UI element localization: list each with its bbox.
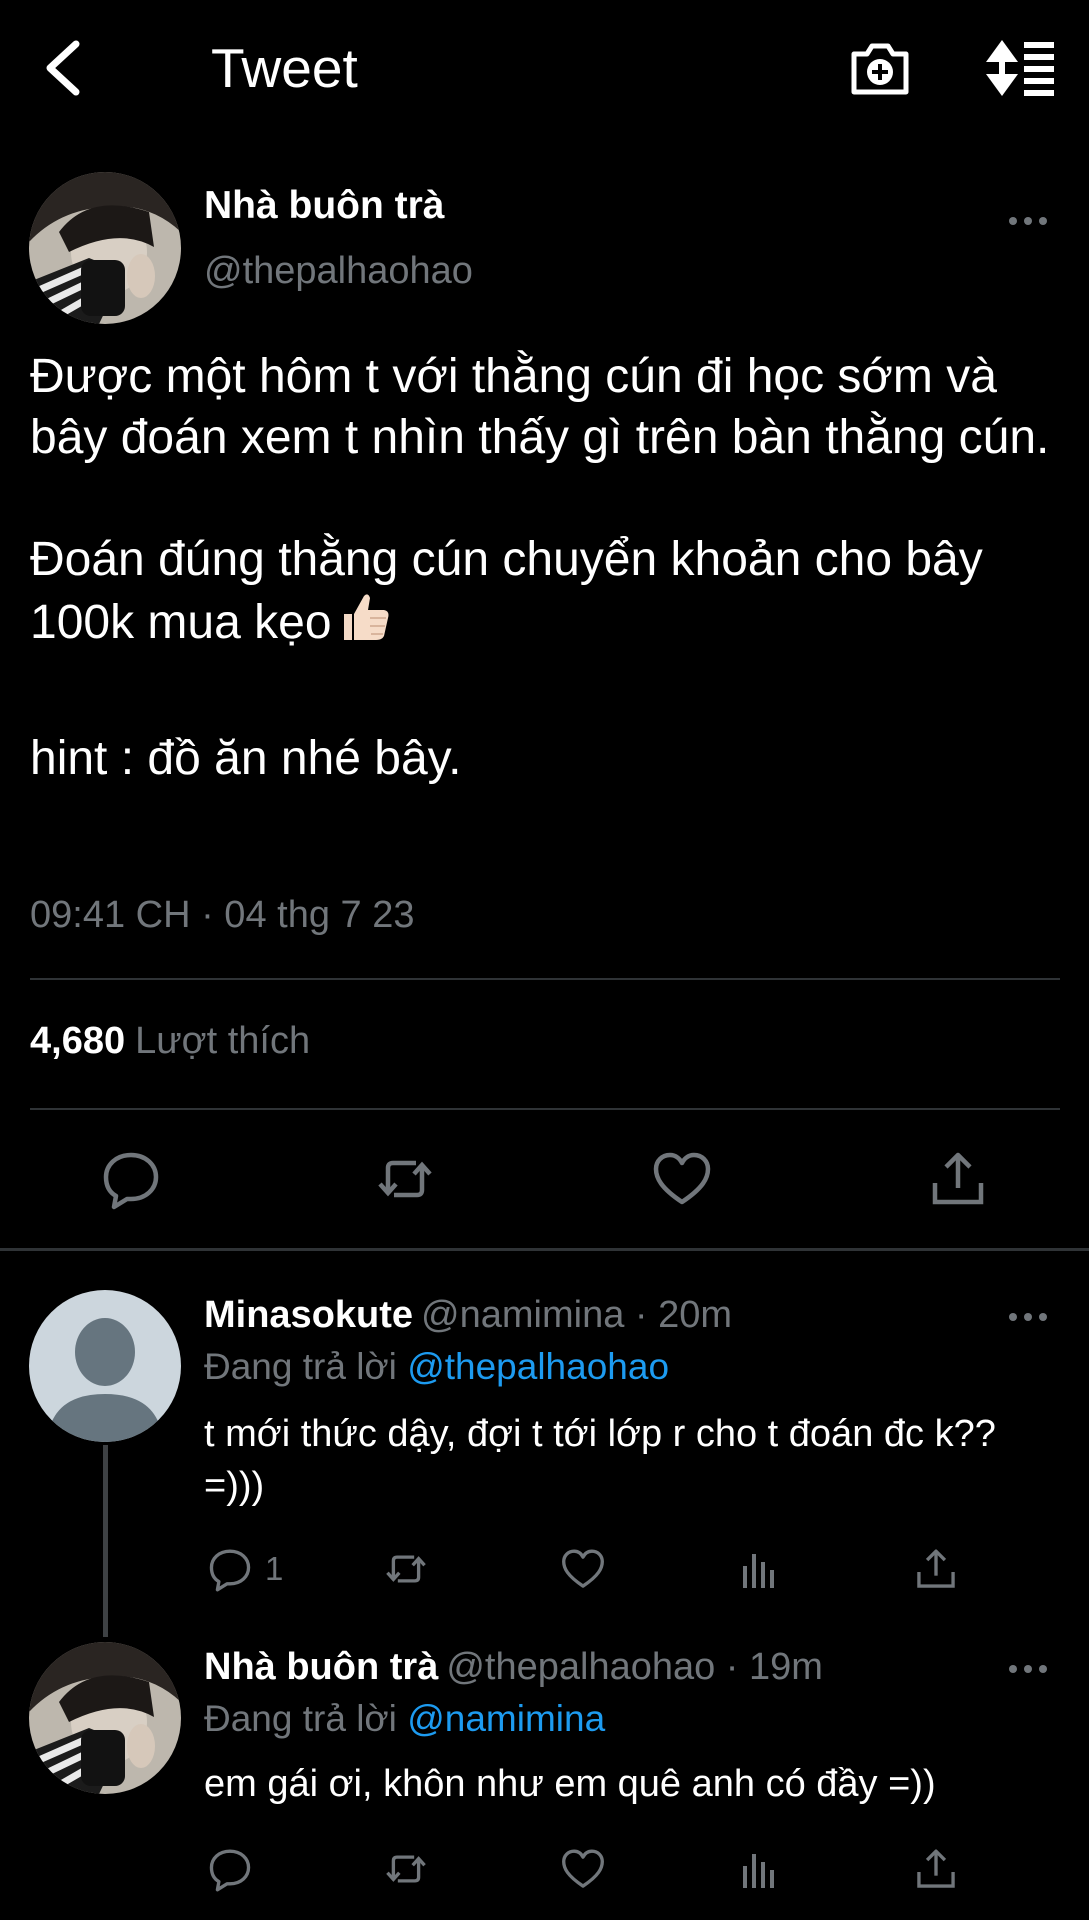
reply-2-handle-time: @thepalhaohao · 19m <box>446 1646 823 1688</box>
likes-summary[interactable]: 4,680 Lượt thích <box>30 1020 310 1063</box>
default-avatar-icon <box>29 1290 181 1442</box>
divider <box>30 978 1060 980</box>
top-bar: Tweet <box>0 0 1089 140</box>
reply-2-header[interactable]: Nhà buôn trà @thepalhaohao · 19m <box>204 1646 823 1689</box>
reply-1-author-name: Minasokute <box>204 1294 414 1336</box>
reply-2-retweet-button[interactable] <box>383 1846 429 1892</box>
analytics-icon <box>743 1554 774 1588</box>
heart-icon <box>562 1549 604 1588</box>
heart-icon <box>653 1152 711 1205</box>
share-icon <box>917 1549 955 1588</box>
retweet-icon <box>386 1855 426 1883</box>
replying-to-label: Đang trả lời <box>204 1346 397 1387</box>
sort-icon <box>986 40 1054 96</box>
likes-count: 4,680 <box>30 1020 126 1062</box>
tweet-body: Được một hôm t với thằng cún đi học sớm … <box>30 346 1070 789</box>
retweet-icon <box>378 1160 432 1198</box>
more-options-button[interactable] <box>1008 214 1048 228</box>
author-avatar[interactable] <box>29 172 181 324</box>
reply-2-more-button[interactable] <box>1008 1662 1048 1676</box>
reply-1-mention-link[interactable]: @thepalhaohao <box>407 1346 669 1387</box>
reply-icon <box>103 1152 159 1210</box>
tweet-detail-screen: Tweet Nhà buôn trà @thepalhaohao Được mộ… <box>0 0 1089 1920</box>
page-title: Tweet <box>211 37 358 99</box>
reply-2-replying-to: Đang trả lời @namimina <box>204 1698 605 1740</box>
thumbs-up-emoji-icon <box>338 590 392 659</box>
reply-1-replying-to: Đang trả lời @thepalhaohao <box>204 1346 669 1388</box>
reply-1-retweet-button[interactable] <box>383 1546 429 1592</box>
reply-1-reply-button[interactable] <box>207 1546 253 1592</box>
share-button[interactable] <box>927 1148 989 1210</box>
likes-label: Lượt thích <box>135 1020 311 1062</box>
divider <box>30 1108 1060 1110</box>
reply-1-views-button[interactable] <box>737 1546 783 1592</box>
reply-2-author-name: Nhà buôn trà <box>204 1646 439 1688</box>
author-handle[interactable]: @thepalhaohao <box>204 250 473 293</box>
reply-2-reply-button[interactable] <box>207 1846 253 1892</box>
reply-2-share-button[interactable] <box>913 1846 959 1892</box>
tweet-paragraph-2-text: Đoán đúng thằng cún chuyển khoản cho bây… <box>30 533 983 649</box>
author-name[interactable]: Nhà buôn trà <box>204 184 445 228</box>
reply-2-avatar[interactable] <box>29 1642 181 1794</box>
section-divider <box>0 1248 1089 1251</box>
retweet-button[interactable] <box>374 1148 436 1210</box>
more-dots-icon <box>1009 1313 1047 1321</box>
replying-to-label: Đang trả lời <box>204 1698 397 1739</box>
camera-button[interactable] <box>848 36 912 100</box>
more-dots-icon <box>1009 217 1047 225</box>
reply-2-views-button[interactable] <box>737 1846 783 1892</box>
heart-icon <box>562 1849 604 1888</box>
reply-1-more-button[interactable] <box>1008 1310 1048 1324</box>
reply-button[interactable] <box>100 1148 162 1210</box>
reply-avatar-default[interactable] <box>29 1290 181 1442</box>
like-button[interactable] <box>651 1148 713 1210</box>
share-icon <box>917 1849 955 1888</box>
tweet-paragraph-3: hint : đồ ăn nhé bây. <box>30 732 462 785</box>
reply-1-reply-count: 1 <box>265 1550 284 1587</box>
sort-button[interactable] <box>982 36 1056 100</box>
tweet-timestamp[interactable]: 09:41 CH · 04 thg 7 23 <box>30 894 414 937</box>
reply-icon <box>209 1849 251 1892</box>
camera-add-icon <box>851 43 909 95</box>
share-icon <box>932 1152 984 1205</box>
chevron-left-icon <box>46 40 80 96</box>
more-dots-icon <box>1009 1665 1047 1673</box>
tweet-paragraph-2: Đoán đúng thằng cún chuyển khoản cho bây… <box>30 529 1070 659</box>
reply-1-share-button[interactable] <box>913 1546 959 1592</box>
reply-2-text: em gái ơi, khôn như em quê anh có đầy =)… <box>204 1763 936 1805</box>
reply-1-text: t mới thức dậy, đợi t tới lớp r cho t đo… <box>204 1413 996 1507</box>
retweet-icon <box>386 1555 426 1583</box>
analytics-icon <box>743 1854 774 1888</box>
tweet-paragraph-1: Được một hôm t với thằng cún đi học sớm … <box>30 350 1050 464</box>
reply-1-header[interactable]: Minasokute @namimina · 20m <box>204 1294 732 1337</box>
reply-2-mention-link[interactable]: @namimina <box>407 1698 605 1739</box>
reply-icon <box>209 1549 251 1592</box>
thread-line <box>103 1445 108 1637</box>
back-button[interactable] <box>40 36 90 100</box>
reply-1-like-button[interactable] <box>560 1546 606 1592</box>
reply-2-like-button[interactable] <box>560 1846 606 1892</box>
reply-1-handle-time: @namimina · 20m <box>421 1294 733 1336</box>
